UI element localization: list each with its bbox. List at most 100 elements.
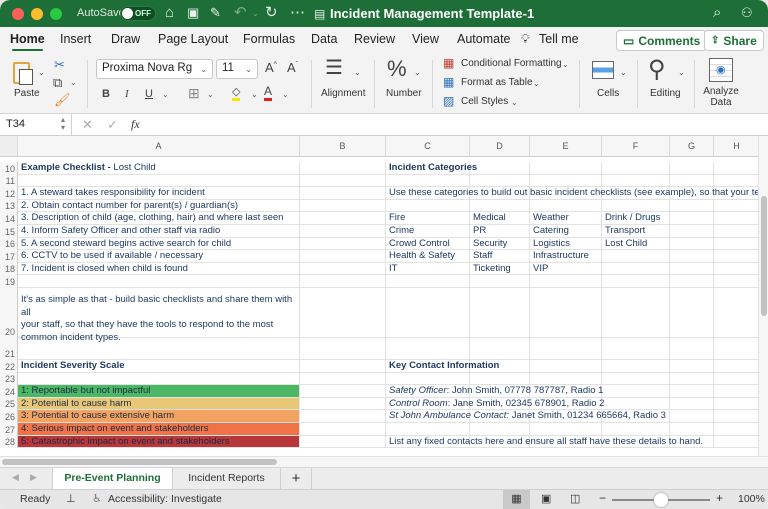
cell-g21[interactable] xyxy=(670,338,714,360)
macro-recording-icon[interactable]: ⊥ xyxy=(66,492,76,505)
cell-b28[interactable] xyxy=(300,435,386,449)
conditional-formatting-button[interactable]: Conditional Formatting xyxy=(461,58,562,69)
account-icon[interactable]: ⚇ xyxy=(741,4,753,22)
row-header-12[interactable]: 12 xyxy=(0,187,18,200)
row-header-25[interactable]: 25 xyxy=(0,397,18,411)
tab-view[interactable]: View xyxy=(412,32,439,46)
underline-dropdown-icon[interactable]: ⌄ xyxy=(162,90,169,99)
borders-dropdown-icon[interactable]: ⌄ xyxy=(207,90,214,99)
accessibility-icon[interactable]: ♿︎ xyxy=(92,492,102,505)
cell-h24[interactable] xyxy=(714,385,758,398)
cell-g15[interactable] xyxy=(670,225,714,238)
cell-f23[interactable] xyxy=(602,372,670,386)
cell-e22[interactable] xyxy=(530,360,602,373)
column-header-d[interactable]: D xyxy=(470,136,530,157)
cell-d27[interactable] xyxy=(470,423,530,436)
column-header-h[interactable]: H xyxy=(714,136,758,157)
font-color-dropdown-icon[interactable]: ⌄ xyxy=(282,90,289,99)
cell-d10[interactable] xyxy=(470,162,530,175)
sheet-tab-incident-reports[interactable]: Incident Reports xyxy=(173,468,281,489)
cell-c15[interactable]: Crime xyxy=(386,225,470,238)
cell-c25[interactable]: Control Room: Jane Smith, 02345 678901, … xyxy=(386,397,604,411)
column-header-a[interactable]: A xyxy=(18,136,300,157)
cell-h28[interactable] xyxy=(714,436,758,449)
font-size-select[interactable]: 11 ⌄ xyxy=(216,59,258,79)
cell-c13[interactable] xyxy=(386,199,470,213)
cell-c24[interactable]: Safety Officer: John Smith, 07778 787787… xyxy=(386,385,603,398)
cell-e17[interactable]: Infrastructure xyxy=(530,250,602,263)
cell-a20[interactable]: It's as simple as that - build basic che… xyxy=(18,288,300,343)
cell-a16[interactable]: 5. A second steward begins active search… xyxy=(18,237,300,251)
cell-e11[interactable] xyxy=(530,174,602,188)
cell-d21[interactable] xyxy=(470,338,530,360)
row-header-22[interactable]: 22 xyxy=(0,360,18,373)
column-header-g[interactable]: G xyxy=(670,136,714,157)
editing-search-icon[interactable]: ⚲ xyxy=(648,55,666,84)
row-header-13[interactable]: 13 xyxy=(0,199,18,213)
paste-icon[interactable] xyxy=(13,59,35,85)
cell-g20[interactable] xyxy=(670,288,714,338)
share-button[interactable]: ⇪ Share xyxy=(704,30,764,51)
cell-b16[interactable] xyxy=(300,237,386,251)
cell-g23[interactable] xyxy=(670,372,714,386)
cell-c20[interactable] xyxy=(386,288,470,338)
cell-b27[interactable] xyxy=(300,423,386,436)
cell-styles-button[interactable]: Cell Styles xyxy=(461,96,508,107)
paste-dropdown-icon[interactable]: ⌄ xyxy=(38,68,45,77)
copy-dropdown-icon[interactable]: ⌄ xyxy=(70,78,77,87)
cell-h19[interactable] xyxy=(714,275,758,288)
cell-a27[interactable]: 4: Serious impact on event and stakehold… xyxy=(18,423,300,436)
cell-h21[interactable] xyxy=(714,338,758,360)
cell-h14[interactable] xyxy=(714,212,758,225)
zoom-slider[interactable] xyxy=(612,493,710,507)
undo-dropdown-icon[interactable]: ⌄ xyxy=(252,5,259,23)
cell-e21[interactable] xyxy=(530,338,602,360)
search-icon[interactable]: ⌕ xyxy=(713,4,721,22)
cell-b18[interactable] xyxy=(300,262,386,276)
cell-a25[interactable]: 2: Potential to cause harm xyxy=(18,397,300,411)
zoom-in-button[interactable]: + xyxy=(716,491,723,505)
cell-c11[interactable] xyxy=(386,174,470,188)
row-header-24[interactable]: 24 xyxy=(0,385,18,398)
cell-g27[interactable] xyxy=(670,423,714,436)
next-sheet-icon[interactable]: ▶ xyxy=(30,472,37,483)
cell-e19[interactable] xyxy=(530,275,602,288)
cell-c19[interactable] xyxy=(386,275,470,288)
cell-f14[interactable]: Drink / Drugs xyxy=(602,212,670,225)
document-title[interactable]: Incident Management Template-1 xyxy=(330,6,534,21)
cell-a14[interactable]: 3. Description of child (age, clothing, … xyxy=(18,212,300,225)
tab-review[interactable]: Review xyxy=(354,32,395,46)
column-header-e[interactable]: E xyxy=(530,136,602,157)
cell-a24[interactable]: 1: Reportable but not impactful xyxy=(18,385,300,398)
row-header-10[interactable]: 10 xyxy=(0,162,18,175)
page-break-view-button[interactable]: ◫ xyxy=(570,492,580,505)
cell-a15[interactable]: 4. Inform Safety Officer and other staff… xyxy=(18,225,300,238)
cell-d11[interactable] xyxy=(470,174,530,188)
normal-view-button[interactable]: ▦ xyxy=(503,490,530,509)
column-header-b[interactable]: B xyxy=(300,136,386,157)
row-header-28[interactable]: 28 xyxy=(0,435,18,449)
cell-c21[interactable] xyxy=(386,338,470,360)
cell-b24[interactable] xyxy=(300,385,386,398)
cell-b15[interactable] xyxy=(300,225,386,238)
cancel-icon[interactable]: ✕ xyxy=(82,117,93,133)
tab-home[interactable]: Home xyxy=(10,32,45,51)
cell-b11[interactable] xyxy=(300,174,386,188)
cell-styles-dropdown-icon[interactable]: ⌄ xyxy=(511,98,518,107)
undo-icon[interactable]: ↶ xyxy=(234,4,247,22)
row-header-15[interactable]: 15 xyxy=(0,225,18,238)
save-as-icon[interactable]: ✎ xyxy=(210,4,221,22)
cell-a21[interactable] xyxy=(18,338,300,360)
tell-me-search[interactable]: Tell me xyxy=(539,32,579,46)
comments-button[interactable]: ▭ Comments xyxy=(616,30,708,51)
cell-h17[interactable] xyxy=(714,250,758,263)
cell-g25[interactable] xyxy=(670,397,714,411)
cell-g22[interactable] xyxy=(670,360,714,373)
cell-b13[interactable] xyxy=(300,199,386,213)
cell-b20[interactable] xyxy=(300,288,386,338)
cell-e18[interactable]: VIP xyxy=(530,262,602,276)
cell-d18[interactable]: Ticketing xyxy=(470,262,530,276)
alignment-icon[interactable]: ☰ xyxy=(325,58,343,78)
zoom-percent[interactable]: 100% xyxy=(738,493,765,505)
cell-a12[interactable]: 1. A steward takes responsibility for in… xyxy=(18,187,300,200)
